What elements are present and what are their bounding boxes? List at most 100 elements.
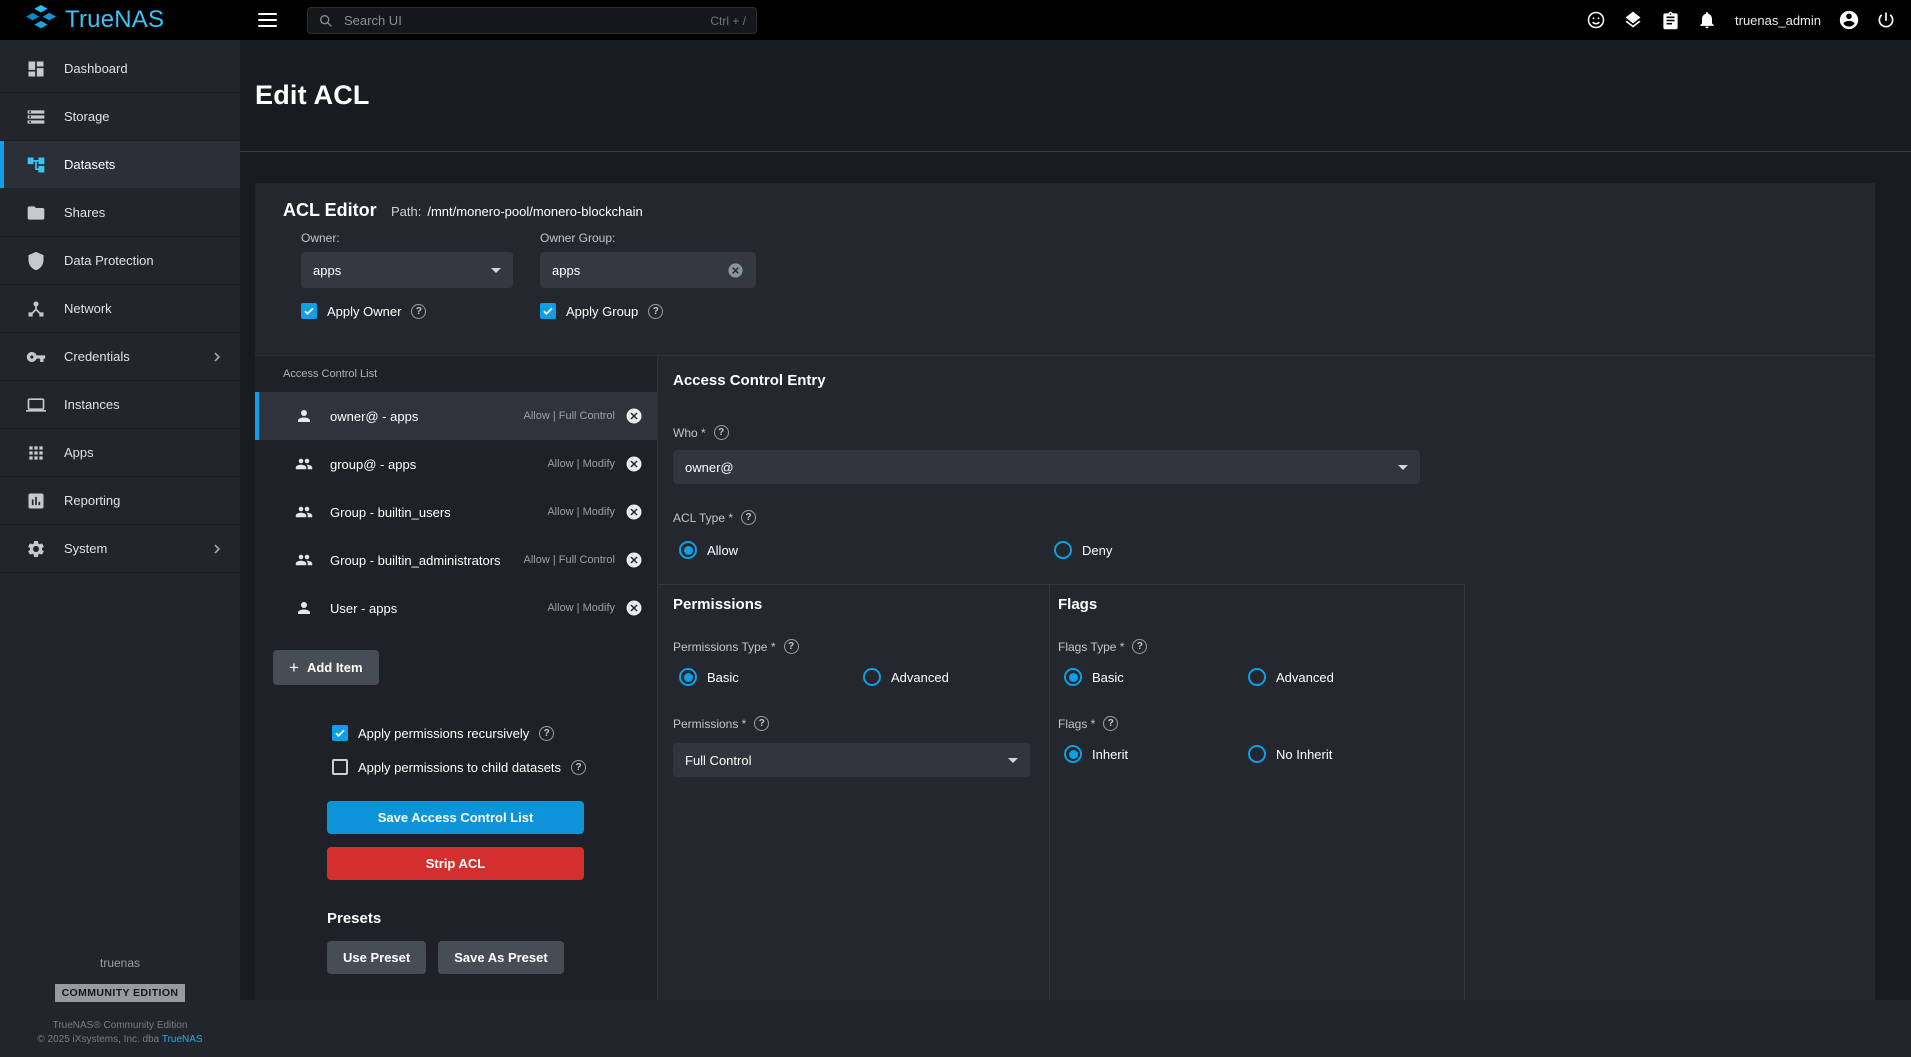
sidebar-item-label: Credentials: [64, 349, 130, 364]
delete-entry-icon[interactable]: [625, 455, 643, 473]
truenas-link[interactable]: TrueNAS: [162, 1034, 203, 1045]
owner-group-input[interactable]: apps: [540, 252, 756, 288]
who-select[interactable]: owner@: [673, 450, 1420, 484]
acl-entry-permission: Allow | Modify: [547, 506, 615, 518]
help-icon[interactable]: [539, 726, 554, 741]
radio-selected-icon: [679, 668, 697, 686]
help-icon[interactable]: [571, 760, 586, 775]
sidebar-item-datasets[interactable]: Datasets: [0, 141, 240, 189]
truenas-logo[interactable]: TrueNAS: [26, 0, 164, 40]
network-icon: [26, 299, 46, 319]
radio-permissions-basic[interactable]: Basic: [679, 668, 863, 686]
radio-allow[interactable]: Allow: [679, 541, 1054, 559]
help-icon[interactable]: [411, 304, 426, 319]
owner-group-column: Owner Group: apps Apply Group: [540, 231, 756, 319]
sidebar-item-storage[interactable]: Storage: [0, 93, 240, 141]
apply-recursively-checkbox[interactable]: [332, 725, 348, 741]
page-header: Edit ACL: [240, 40, 1911, 152]
help-icon[interactable]: [754, 716, 769, 731]
plus-icon: [289, 658, 299, 678]
owner-label: Owner:: [301, 231, 513, 245]
user-avatar-icon[interactable]: [1838, 9, 1860, 31]
sidebar-item-network[interactable]: Network: [0, 285, 240, 333]
radio-no-inherit[interactable]: No Inherit: [1248, 745, 1332, 763]
acl-entry-row[interactable]: Group - builtin_users Allow | Modify: [255, 488, 657, 536]
sidebar-item-apps[interactable]: Apps: [0, 429, 240, 477]
flags-column: Flags Flags Type * Basic Advanced: [1058, 596, 1430, 763]
help-icon[interactable]: [741, 510, 756, 525]
jobs-layers-icon[interactable]: [1622, 9, 1644, 31]
permissions-label-row: Permissions *: [673, 716, 1045, 731]
permissions-select[interactable]: Full Control: [673, 743, 1030, 777]
acl-type-label: ACL Type *: [673, 511, 733, 525]
owner-select[interactable]: apps: [301, 252, 513, 288]
radio-permissions-advanced[interactable]: Advanced: [863, 668, 949, 686]
divider: [1464, 584, 1465, 1000]
search-box[interactable]: Ctrl + /: [307, 7, 757, 34]
use-preset-button[interactable]: Use Preset: [327, 941, 426, 974]
shares-icon: [26, 203, 46, 223]
apply-child-row: Apply permissions to child datasets: [332, 759, 657, 775]
radio-deny[interactable]: Deny: [1054, 541, 1112, 559]
radio-flags-basic[interactable]: Basic: [1064, 668, 1248, 686]
page-title: Edit ACL: [255, 80, 370, 111]
who-value: owner@: [685, 460, 734, 475]
apply-group-row: Apply Group: [540, 303, 756, 319]
acl-entry-row[interactable]: owner@ - apps Allow | Full Control: [255, 392, 657, 440]
acl-editor-section: ACL Editor Path:/mnt/monero-pool/monero-…: [255, 183, 1875, 355]
help-icon[interactable]: [1132, 639, 1147, 654]
save-acl-button[interactable]: Save Access Control List: [327, 801, 584, 834]
dataset-path-value: /mnt/monero-pool/monero-blockchain: [427, 204, 642, 219]
radio-selected-icon: [1064, 668, 1082, 686]
sidebar-item-data-protection[interactable]: Data Protection: [0, 237, 240, 285]
sidebar-item-dashboard[interactable]: Dashboard: [0, 45, 240, 93]
shield-icon: [26, 251, 46, 271]
delete-entry-icon[interactable]: [625, 599, 643, 617]
sidebar-item-system[interactable]: System: [0, 525, 240, 573]
menu-toggle-button[interactable]: [258, 8, 284, 32]
power-icon[interactable]: [1875, 9, 1897, 31]
tasks-clipboard-icon[interactable]: [1659, 9, 1681, 31]
add-item-button[interactable]: Add Item: [273, 650, 379, 685]
sidebar-item-credentials[interactable]: Credentials: [0, 333, 240, 381]
username: truenas_admin: [1735, 13, 1821, 28]
radio-flags-advanced[interactable]: Advanced: [1248, 668, 1334, 686]
delete-entry-icon[interactable]: [625, 407, 643, 425]
help-icon[interactable]: [714, 425, 729, 440]
search-input[interactable]: [342, 12, 702, 29]
flags-label: Flags *: [1058, 717, 1095, 731]
storage-icon: [26, 107, 46, 127]
flags-title: Flags: [1058, 596, 1430, 613]
delete-entry-icon[interactable]: [625, 503, 643, 521]
acl-type-label-row: ACL Type *: [673, 510, 1875, 525]
topbar: TrueNAS Ctrl + / truenas_admin: [0, 0, 1911, 40]
feedback-smiley-icon[interactable]: [1585, 9, 1607, 31]
acl-list-panel: Access Control List owner@ - apps Allow …: [255, 355, 657, 1000]
footer-bar: [240, 1000, 1911, 1057]
owner-group-value: apps: [552, 263, 580, 278]
search-icon: [318, 13, 334, 29]
apply-owner-checkbox[interactable]: [301, 303, 317, 319]
strip-acl-button[interactable]: Strip ACL: [327, 847, 584, 880]
edition-badge: COMMUNITY EDITION: [55, 984, 186, 1002]
radio-inherit[interactable]: Inherit: [1064, 745, 1248, 763]
sidebar-item-instances[interactable]: Instances: [0, 381, 240, 429]
product-line: TrueNAS® Community Edition: [0, 1019, 240, 1033]
help-icon[interactable]: [1103, 716, 1118, 731]
sidebar-item-shares[interactable]: Shares: [0, 189, 240, 237]
sidebar-item-reporting[interactable]: Reporting: [0, 477, 240, 525]
clear-icon[interactable]: [727, 262, 744, 279]
apply-group-checkbox[interactable]: [540, 303, 556, 319]
acl-entry-permission: Allow | Full Control: [524, 410, 616, 422]
help-icon[interactable]: [784, 639, 799, 654]
delete-entry-icon[interactable]: [625, 551, 643, 569]
acl-entry-row[interactable]: User - apps Allow | Modify: [255, 584, 657, 632]
acl-entry-row[interactable]: Group - builtin_administrators Allow | F…: [255, 536, 657, 584]
help-icon[interactable]: [648, 304, 663, 319]
acl-entry-row[interactable]: group@ - apps Allow | Modify: [255, 440, 657, 488]
apply-child-checkbox[interactable]: [332, 759, 348, 775]
search-shortcut: Ctrl + /: [710, 14, 746, 28]
sidebar-item-label: Datasets: [64, 157, 115, 172]
alerts-bell-icon[interactable]: [1696, 9, 1718, 31]
save-as-preset-button[interactable]: Save As Preset: [438, 941, 563, 974]
